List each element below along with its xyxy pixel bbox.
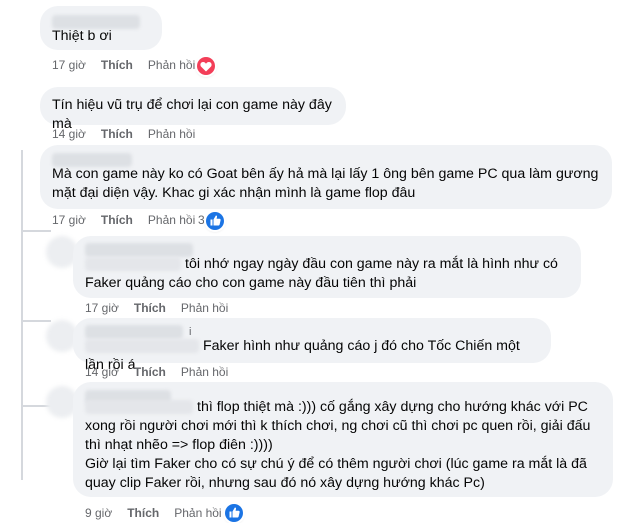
like-icon[interactable] (206, 212, 224, 230)
reply-text-line: thì flop thiệt mà :))) cố gắng xây dựng … (85, 398, 601, 417)
comment-actions: 17 giờ Thích Phản hồi (52, 56, 210, 74)
reply-text-line: thì nhạt nhẽo => flop điên :)))) (85, 437, 273, 453)
thread-line-branch (21, 320, 51, 322)
comment-text-line: mặt đại diện vậy. Khac gi xác nhận mình … (52, 185, 416, 201)
reply-author-name[interactable] (85, 239, 569, 257)
thread-line (21, 150, 23, 480)
reply-actions: 17 giờ Thích Phản hồi (85, 299, 243, 317)
reaction-count[interactable]: 3 (198, 213, 205, 227)
comment-timestamp[interactable]: 17 giờ (52, 56, 86, 74)
reply-button[interactable]: Phản hồi (181, 363, 228, 381)
reply-button[interactable]: Phản hồi (181, 299, 228, 317)
reply-text-line: xong rồi người chơi mới thì k thích chơi… (85, 418, 591, 434)
reply-button[interactable]: Phản hồi (148, 125, 195, 143)
like-button[interactable]: Thích (101, 56, 133, 74)
comment-author-name[interactable] (52, 11, 150, 29)
reply-bubble: tôi nhớ ngay ngày đầu con game này ra mắ… (73, 236, 581, 298)
reply-bubble: i Faker hình như quảng cáo j đó cho Tốc … (73, 318, 551, 373)
reply-text-line: Faker quảng cáo cho con game này đầu tiê… (85, 275, 417, 291)
like-button[interactable]: Thích (101, 125, 133, 143)
comment-text-line: Mà con game này ko có Goat bên ấy hả mà … (52, 166, 599, 182)
like-icon[interactable] (225, 504, 243, 522)
reply-button[interactable]: Phản hồi (174, 504, 221, 522)
comment-text: Thiệt b ơi (52, 28, 112, 44)
reply-button[interactable]: Phản hồi (148, 56, 195, 74)
reply-timestamp[interactable]: 9 giờ (85, 504, 112, 522)
reply-text-line: quay clip Faker rồi, nhưng sau đó nó xây… (85, 475, 485, 491)
reply-text-line: Giờ lại tìm Faker cho có sự chú ý để có … (85, 456, 587, 472)
reply-actions: 9 giờ Thích Phản hồi (85, 504, 237, 522)
like-button[interactable]: Thích (134, 363, 166, 381)
reply-actions: 14 giờ Thích Phản hồi (85, 363, 243, 381)
comment-bubble: Tín hiệu vũ trụ để chơi lại con game này… (40, 87, 346, 132)
like-button[interactable]: Thích (127, 504, 159, 522)
heart-icon[interactable] (197, 57, 215, 75)
comment-actions: 14 giờ Thích Phản hồi (52, 125, 210, 143)
comment-author-name[interactable] (52, 149, 600, 167)
comment-timestamp[interactable]: 14 giờ (52, 125, 86, 143)
reply-timestamp[interactable]: 17 giờ (85, 299, 119, 317)
comment-timestamp[interactable]: 17 giờ (52, 211, 86, 229)
comment-actions: 17 giờ Thích Phản hồi (52, 211, 210, 229)
reply-author-name[interactable] (85, 386, 601, 404)
comment-bubble: Mà con game này ko có Goat bên ấy hả mà … (40, 145, 612, 209)
reply-text-line: tôi nhớ ngay ngày đầu con game này ra mắ… (85, 255, 569, 274)
reply-button[interactable]: Phản hồi (148, 211, 195, 229)
comment-bubble: Thiệt b ơi (40, 6, 162, 50)
like-button[interactable]: Thích (134, 299, 166, 317)
thread-line-branch (21, 230, 51, 232)
like-button[interactable]: Thích (101, 211, 133, 229)
reply-author-name[interactable]: i (85, 321, 539, 339)
reply-timestamp[interactable]: 14 giờ (85, 363, 119, 381)
reply-bubble: thì flop thiệt mà :))) cố gắng xây dựng … (73, 382, 613, 497)
